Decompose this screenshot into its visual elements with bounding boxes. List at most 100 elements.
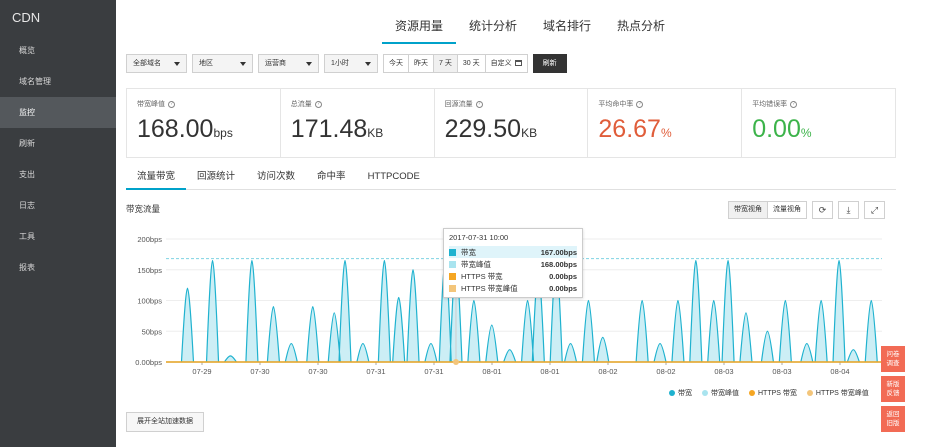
tooltip-series-value: 0.00bps (549, 283, 577, 293)
stat-error-rate: 平均错误率? 0.00% (742, 89, 895, 157)
interval-select-label: 1小时 (331, 60, 349, 67)
legend-dot (806, 390, 813, 396)
x-tick-label: 08-02 (656, 367, 675, 376)
help-icon[interactable]: ? (636, 100, 644, 108)
range-today[interactable]: 今天 (383, 54, 409, 73)
help-icon[interactable]: ? (790, 100, 798, 108)
range-7d[interactable]: 7 天 (434, 54, 458, 73)
chart-tabs: 流量带宽 回源统计 访问次数 命中率 HTTPCODE (126, 166, 896, 190)
tooltip-series-name: HTTPS 带宽 (461, 271, 503, 281)
app-title: CDN (12, 10, 41, 25)
survey-label-2: 调查 (886, 360, 900, 367)
help-icon[interactable]: ? (314, 100, 322, 108)
y-tick-label: 50bps (142, 327, 163, 336)
sidebar-item-overview[interactable]: 概览 (0, 35, 116, 66)
legend-item[interactable]: HTTPS 带宽峰值 (806, 388, 869, 398)
legend-label: 带宽峰值 (711, 390, 739, 397)
tab-httpcode[interactable]: HTTPCODE (357, 166, 431, 190)
tab-statistics[interactable]: 统计分析 (456, 10, 530, 44)
x-tick-label: 08-03 (772, 367, 791, 376)
fullscreen-icon[interactable]: ⤢ (864, 201, 885, 219)
refresh-button[interactable]: 刷新 (532, 54, 567, 73)
legacy-label-2: 旧版 (886, 420, 900, 427)
stat-unit: bps (213, 126, 233, 140)
sidebar-item-billing[interactable]: 支出 (0, 159, 116, 190)
refresh-icon[interactable]: ⟳ (812, 201, 833, 219)
filter-bar: 全部域名 地区 运营商 1小时 今天 昨天 7 天 30 天 自定义 刷新 (126, 54, 567, 73)
tooltip-series-name: 带宽峰值 (461, 259, 491, 269)
stat-unit: KB (367, 126, 384, 140)
y-tick-label: 150bps (137, 266, 162, 275)
legend-dot (669, 390, 675, 396)
chevron-down-icon (240, 61, 246, 66)
domain-select[interactable]: 全部域名 (126, 54, 187, 73)
isp-select[interactable]: 运营商 (258, 54, 319, 73)
chevron-down-icon (306, 61, 312, 66)
expand-dsa-button[interactable]: 展开全站加速数据 (126, 412, 204, 432)
tab-hotspot[interactable]: 热点分析 (604, 10, 678, 44)
stat-value: 229.50 (444, 115, 522, 143)
view-toggle: 带宽视角 流量视角 ⟳ ⤓ ⤢ (728, 201, 885, 219)
tooltip-row: HTTPS 带宽峰值 0.00bps (449, 282, 577, 294)
traffic-view-button[interactable]: 流量视角 (768, 201, 807, 219)
legend-item[interactable]: HTTPS 带宽 (749, 388, 797, 398)
stat-label: 平均命中率 (598, 101, 634, 108)
top-nav: 资源用量 统计分析 域名排行 热点分析 (382, 10, 678, 44)
stat-label: 带宽峰值 (137, 101, 165, 108)
legend-dot (702, 390, 708, 396)
tab-domain-ranking[interactable]: 域名排行 (530, 10, 604, 44)
stat-value: 168.00 (137, 115, 214, 143)
range-30d[interactable]: 30 天 (457, 54, 486, 73)
help-icon[interactable]: ? (168, 100, 175, 108)
y-tick-label: 200bps (137, 235, 162, 244)
legacy-button[interactable]: 返回 旧版 (881, 406, 905, 432)
x-tick-label: 07-29 (192, 367, 211, 376)
legend-label: 带宽 (678, 390, 692, 397)
sidebar-item-tools[interactable]: 工具 (0, 221, 116, 252)
range-yesterday[interactable]: 昨天 (409, 54, 434, 73)
sidebar-item-domains[interactable]: 域名管理 (0, 66, 116, 97)
stat-value: 26.67 (598, 115, 661, 143)
sidebar-item-monitor[interactable]: 监控 (0, 97, 116, 128)
region-select[interactable]: 地区 (192, 54, 253, 73)
legend-item[interactable]: 带宽峰值 (702, 388, 739, 398)
legend-label: HTTPS 带宽 (758, 390, 797, 397)
series-swatch (449, 272, 456, 280)
chart-tooltip: 2017-07-31 10:00 带宽 167.00bps 带宽峰值 168.00b… (443, 228, 583, 298)
help-icon[interactable]: ? (475, 100, 483, 108)
interval-select[interactable]: 1小时 (324, 54, 378, 73)
survey-button[interactable]: 问卷 调查 (881, 346, 905, 372)
tooltip-series-value: 0.00bps (549, 271, 577, 281)
tab-origin-stats[interactable]: 回源统计 (186, 166, 246, 190)
range-custom[interactable]: 自定义 (485, 54, 528, 73)
sidebar-item-logs[interactable]: 日志 (0, 190, 116, 221)
stat-unit: % (660, 126, 672, 140)
download-icon[interactable]: ⤓ (838, 201, 859, 219)
tooltip-time: 2017-07-31 10:00 (449, 233, 509, 242)
feedback-button[interactable]: 新版 反馈 (881, 376, 905, 402)
stat-origin-traffic: 回源流量? 229.50KB (435, 89, 589, 157)
tab-resource-usage[interactable]: 资源用量 (382, 10, 457, 44)
stat-value: 0.00 (752, 115, 801, 143)
tab-hit-rate[interactable]: 命中率 (306, 166, 357, 190)
domain-select-label: 全部域名 (133, 60, 161, 67)
tooltip-row: 带宽峰值 168.00bps (449, 258, 577, 270)
feedback-label-1: 新版 (886, 381, 900, 388)
y-tick-label: 0.00bps (135, 358, 162, 367)
sidebar-item-refresh[interactable]: 刷新 (0, 128, 116, 159)
tooltip-row: HTTPS 带宽 0.00bps (449, 270, 577, 282)
chevron-down-icon (365, 61, 371, 66)
x-tick-label: 08-03 (714, 367, 733, 376)
tab-visits[interactable]: 访问次数 (246, 166, 306, 190)
x-tick-label: 07-31 (424, 367, 443, 376)
stat-label: 平均错误率 (752, 101, 788, 108)
bandwidth-view-button[interactable]: 带宽视角 (728, 201, 768, 219)
tooltip-series-value: 167.00bps (540, 247, 577, 257)
tab-traffic-bandwidth[interactable]: 流量带宽 (126, 166, 187, 190)
stat-label: 回源流量 (444, 101, 473, 108)
chart-title: 带宽流量 (126, 204, 161, 214)
sidebar-item-reports[interactable]: 报表 (0, 252, 116, 283)
legend-item[interactable]: 带宽 (669, 388, 692, 398)
x-tick-label: 08-02 (598, 367, 617, 376)
y-tick-label: 100bps (137, 297, 162, 306)
